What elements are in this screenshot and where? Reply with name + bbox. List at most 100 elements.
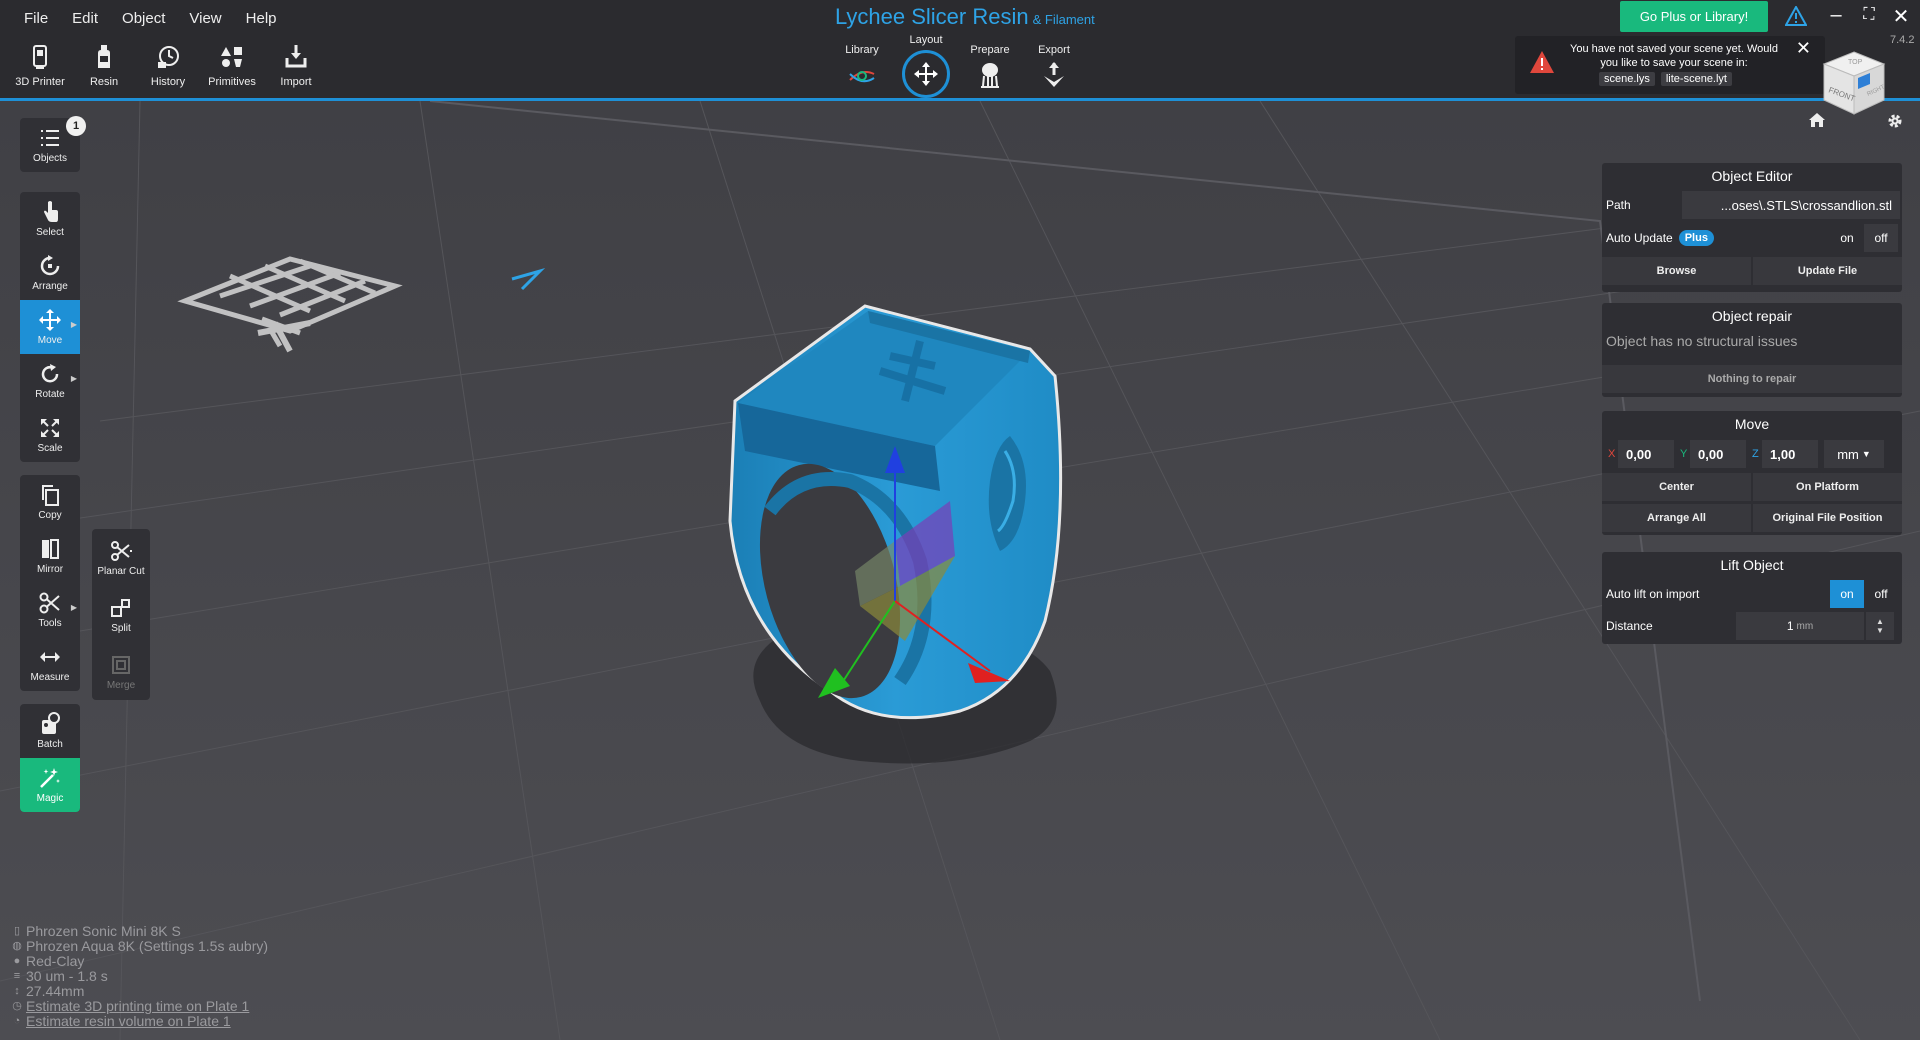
- batch-button[interactable]: Batch: [20, 704, 80, 758]
- estimate-time-link[interactable]: Estimate 3D printing time on Plate 1: [26, 999, 249, 1014]
- tools-submenu-arrow: ▶: [70, 603, 77, 612]
- move-button[interactable]: Move ▶: [20, 300, 80, 354]
- copy-button[interactable]: Copy: [20, 475, 80, 529]
- tools-button[interactable]: Tools ▶: [20, 583, 80, 637]
- minimize-icon[interactable]: –: [1825, 4, 1847, 27]
- notification-message: You have not saved your scene yet. Would…: [1570, 43, 1778, 69]
- distance-label: Distance: [1606, 619, 1653, 633]
- menu-help[interactable]: Help: [234, 6, 289, 31]
- magic-wand-icon: [40, 768, 60, 788]
- info-resin: Phrozen Aqua 8K (Settings 1.5s aubry): [26, 938, 269, 954]
- tab-prepare[interactable]: Prepare: [958, 44, 1022, 98]
- mirror-button[interactable]: Mirror: [20, 529, 80, 583]
- top-bar: File Edit Object View Help 3D Printer Re…: [0, 0, 1920, 101]
- history-button[interactable]: History: [136, 44, 200, 96]
- distance-input[interactable]: 1 mm: [1736, 612, 1864, 640]
- update-file-button[interactable]: Update File: [1753, 257, 1902, 285]
- mirror-icon: [42, 539, 59, 559]
- auto-update-toggle[interactable]: on off: [1830, 224, 1898, 252]
- menu-file[interactable]: File: [12, 6, 60, 31]
- scale-button[interactable]: Scale: [20, 408, 80, 462]
- primitives-button[interactable]: Primitives: [200, 44, 264, 96]
- history-icon: [158, 46, 179, 68]
- planar-cut-button[interactable]: Planar Cut: [92, 529, 150, 586]
- chevron-down-icon: ▼: [1861, 449, 1871, 459]
- estimate-volume-link[interactable]: Estimate resin volume on Plate 1: [26, 1014, 231, 1029]
- tab-layout[interactable]: Layout: [894, 34, 958, 98]
- menu-view[interactable]: View: [177, 6, 233, 31]
- measure-button[interactable]: Measure: [20, 637, 80, 691]
- gear-icon[interactable]: [1886, 112, 1904, 130]
- object-repair-panel: Object repair Object has no structural i…: [1602, 303, 1902, 397]
- on-platform-button[interactable]: On Platform: [1753, 473, 1902, 501]
- import-button[interactable]: Import: [264, 44, 328, 96]
- auto-lift-toggle[interactable]: on off: [1830, 580, 1898, 608]
- planar-cut-icon: [111, 540, 132, 561]
- auto-update-off[interactable]: off: [1864, 224, 1898, 252]
- path-field[interactable]: ...oses\.STLS\crossandlion.stl: [1682, 191, 1900, 219]
- nothing-to-repair-button[interactable]: Nothing to repair: [1602, 365, 1902, 393]
- move-submenu-arrow: ▶: [70, 320, 77, 329]
- warning-triangle-icon[interactable]: [1785, 6, 1807, 26]
- magic-button[interactable]: Magic: [20, 758, 80, 812]
- split-button[interactable]: Split: [92, 586, 150, 643]
- select-hand-icon: [44, 201, 58, 222]
- home-icon[interactable]: [1808, 112, 1826, 128]
- save-scene-lys-button[interactable]: scene.lys: [1599, 72, 1655, 86]
- unit-select[interactable]: mm ▼: [1824, 440, 1884, 468]
- menu-object[interactable]: Object: [110, 6, 177, 31]
- tab-export-label: Export: [1038, 44, 1070, 56]
- primitives-label: Primitives: [208, 76, 256, 88]
- transform-tools-group: Select Arrange Move ▶ Rotate ▶ Scale: [20, 192, 80, 462]
- edit-tools-group: Copy Mirror Tools ▶ Measure: [20, 475, 80, 691]
- tab-library[interactable]: Library: [830, 44, 894, 98]
- auto-lift-on[interactable]: on: [1830, 580, 1864, 608]
- repair-status: Object has no structural issues: [1606, 333, 1798, 349]
- objects-count-badge: 1: [66, 116, 86, 136]
- merge-button[interactable]: Merge: [92, 643, 150, 700]
- layers-icon: ≡: [13, 970, 21, 982]
- supports-icon: [981, 63, 999, 88]
- automation-group: Batch Magic: [20, 704, 80, 812]
- copy-label: Copy: [38, 510, 62, 521]
- view-cube[interactable]: TOP FRONT RIGHT: [1818, 48, 1890, 120]
- primitives-icon: [221, 47, 242, 67]
- y-input[interactable]: 0,00: [1690, 440, 1746, 468]
- tools-label: Tools: [38, 618, 62, 629]
- move-label: Move: [37, 335, 63, 346]
- split-label: Split: [111, 622, 131, 634]
- 3d-viewport[interactable]: Objects 1 Select Arrange Move ▶ Rotate ▶…: [0, 101, 1920, 1040]
- rotate-label: Rotate: [35, 389, 65, 400]
- tab-export[interactable]: Export: [1022, 44, 1086, 98]
- distance-stepper[interactable]: ▲ ▼: [1866, 612, 1894, 640]
- tools-flyout: Planar Cut Split Merge: [92, 529, 150, 700]
- app-title: Lychee Slicer Resin & Filament: [835, 4, 1095, 30]
- arrange-button[interactable]: Arrange: [20, 246, 80, 300]
- stepper-down-icon[interactable]: ▼: [1876, 626, 1884, 635]
- go-plus-button[interactable]: Go Plus or Library!: [1620, 1, 1768, 32]
- auto-update-on[interactable]: on: [1830, 224, 1864, 252]
- close-window-icon[interactable]: ✕: [1890, 4, 1912, 29]
- resin-bottle-icon: [98, 45, 110, 68]
- menu-edit[interactable]: Edit: [60, 6, 110, 31]
- cube-top-face[interactable]: TOP: [1848, 59, 1863, 66]
- printer-button[interactable]: 3D Printer: [8, 44, 72, 96]
- x-input[interactable]: 0,00: [1618, 440, 1674, 468]
- export-icon: [1044, 62, 1064, 87]
- auto-update-label: Auto Update: [1606, 231, 1673, 245]
- maximize-icon[interactable]: ⛶: [1858, 6, 1880, 24]
- select-button[interactable]: Select: [20, 192, 80, 246]
- browse-button[interactable]: Browse: [1602, 257, 1751, 285]
- resin-button[interactable]: Resin: [72, 44, 136, 96]
- center-button[interactable]: Center: [1602, 473, 1751, 501]
- rotate-button[interactable]: Rotate ▶: [20, 354, 80, 408]
- auto-lift-off[interactable]: off: [1864, 580, 1898, 608]
- stepper-up-icon[interactable]: ▲: [1876, 617, 1884, 626]
- version-label: 7.4.2: [1890, 34, 1915, 46]
- arrange-all-button[interactable]: Arrange All: [1602, 504, 1751, 532]
- z-input[interactable]: 1,00: [1762, 440, 1818, 468]
- close-icon[interactable]: ✕: [1796, 38, 1811, 59]
- menu-bar: File Edit Object View Help: [12, 6, 289, 31]
- save-lite-scene-button[interactable]: lite-scene.lyt: [1660, 72, 1732, 86]
- original-position-button[interactable]: Original File Position: [1753, 504, 1902, 532]
